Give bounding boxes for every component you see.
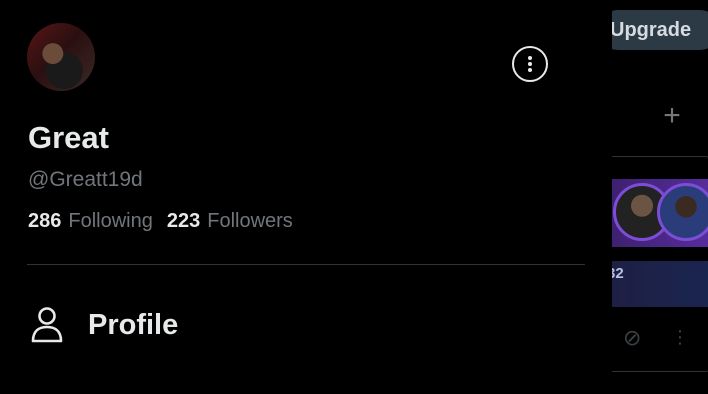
upgrade-button[interactable]: Upgrade (598, 10, 708, 50)
following-label: Following (68, 210, 153, 232)
followers-link[interactable]: 223 Followers (167, 210, 293, 233)
more-vertical-icon: ⋮ (671, 327, 689, 347)
followers-count: 223 (166, 210, 201, 232)
more-options-icon[interactable] (512, 46, 548, 82)
avatar[interactable] (27, 23, 95, 91)
nav-item-label: Profile (88, 308, 179, 341)
plus-icon[interactable]: + (660, 101, 684, 131)
space-speaker-avatar (657, 183, 708, 241)
person-icon (31, 307, 63, 343)
followers-label: Followers (207, 210, 293, 232)
following-link[interactable]: 286 Following (28, 210, 153, 233)
account-drawer: Great @Greatt19d 286 Following 223 Follo… (0, 0, 612, 394)
spaces-strip[interactable] (599, 179, 708, 247)
following-count: 286 (28, 210, 62, 232)
nav-item-profile[interactable]: Profile (30, 306, 178, 344)
spaces-card: 32 ⊘ ⋮ (598, 156, 708, 372)
follow-stats: 286 Following 223 Followers (28, 210, 293, 233)
spaces-strip-secondary[interactable]: 32 (599, 261, 708, 307)
sync-icon: ⊘ (623, 325, 642, 350)
user-handle: @Greatt19d (28, 168, 143, 191)
divider (27, 264, 585, 265)
display-name[interactable]: Great (28, 120, 109, 156)
